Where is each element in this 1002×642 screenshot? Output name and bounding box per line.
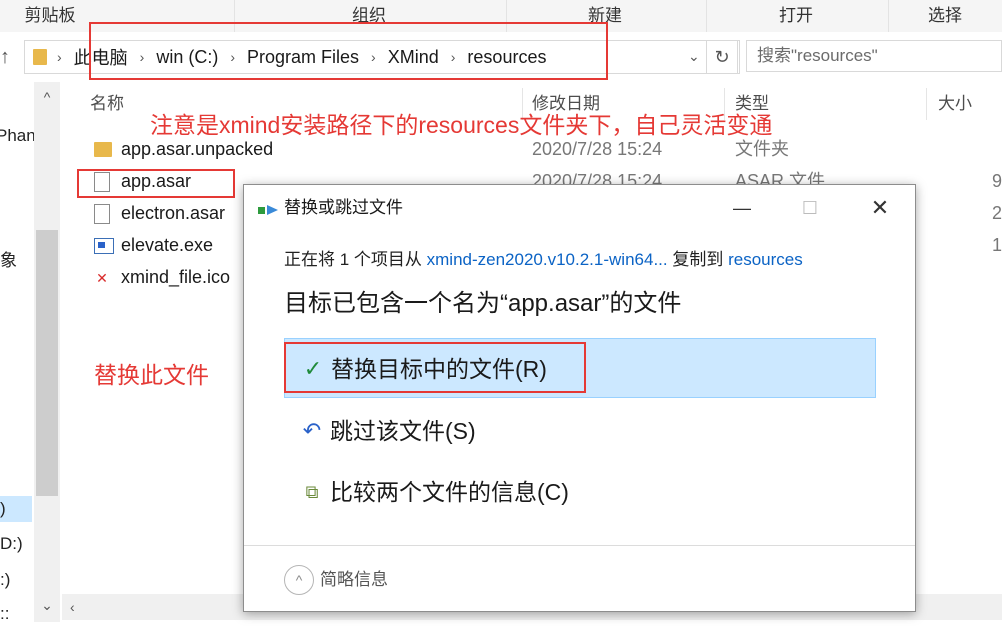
ribbon-group-open[interactable]: 打开 (706, 0, 886, 32)
compare-icon: ⧉ (305, 482, 319, 502)
dialog-heading: 目标已包含一个名为“app.asar”的文件 (284, 290, 682, 317)
nav-item[interactable]: :) (0, 570, 10, 590)
ribbon-group-select[interactable]: 选择 (888, 0, 1002, 32)
folder-icon (33, 49, 47, 65)
minimize-button[interactable]: — (722, 191, 762, 225)
dialog-title: 替换或跳过文件 (284, 198, 403, 217)
ribbon-group-clipboard[interactable]: 剪贴板 (0, 0, 100, 32)
option-label: 跳过该文件(S) (330, 418, 476, 444)
column-header-name[interactable]: 名称 (90, 88, 124, 120)
refresh-icon[interactable]: ↻ (706, 40, 738, 74)
chevron-down-icon[interactable]: ⌄ (40, 598, 54, 612)
chevron-down-icon[interactable]: ⌄ (688, 48, 702, 64)
nav-item-selected[interactable]: ) (0, 496, 32, 522)
file-icon (94, 204, 110, 224)
compare-option[interactable]: ⧉ 比较两个文件的信息(C) (284, 462, 876, 522)
close-button[interactable]: ✕ (860, 191, 900, 225)
file-name: xmind_file.ico (121, 267, 231, 287)
folder-icon (94, 142, 112, 157)
chevron-up-icon[interactable]: ^ (284, 565, 314, 595)
vertical-scrollbar[interactable]: ^ ⌄ (34, 82, 60, 622)
source-link[interactable]: xmind-zen2020.v10.2.1-win64... (427, 250, 668, 269)
replace-skip-dialog: 替换或跳过文件 — ☐ ✕ 正在将 1 个项目从 xmind-zen2020.v… (243, 184, 916, 612)
copy-icon (258, 203, 280, 217)
chevron-right-icon[interactable]: › (57, 49, 62, 65)
nav-item[interactable]: :: (0, 604, 9, 624)
nav-item[interactable]: D:) (0, 534, 23, 554)
chevron-up-icon[interactable]: ^ (40, 90, 54, 104)
file-size: 2 (992, 203, 1002, 223)
undo-icon: ↶ (302, 418, 322, 443)
nav-item[interactable]: 象 (0, 246, 17, 271)
file-name: electron.asar (121, 203, 226, 223)
option-label: 比较两个文件的信息(C) (330, 479, 569, 505)
up-arrow-icon[interactable]: ↑ (0, 40, 18, 74)
annotation-replace-note: 替换此文件 (94, 362, 209, 388)
details-toggle-label[interactable]: 简略信息 (320, 565, 388, 595)
column-header-size[interactable]: 大小 (938, 88, 972, 120)
progress-line: 正在将 1 个项目从 xmind-zen2020.v10.2.1-win64..… (284, 247, 803, 273)
destination-link[interactable]: resources (728, 250, 803, 269)
maximize-button[interactable]: ☐ (790, 191, 830, 225)
progress-middle: 复制到 (672, 250, 724, 269)
file-size: 98,4 (992, 171, 1002, 191)
annotation-box-path (89, 22, 608, 80)
search-input[interactable]: 搜索"resources" (746, 40, 1002, 72)
file-size: 1 (992, 235, 1002, 255)
exe-icon (94, 238, 114, 254)
annotation-path-note: 注意是xmind安装路径下的resources文件夹下，自己灵活变通 (150, 112, 773, 138)
ico-icon: ✕ (96, 270, 108, 286)
chevron-left-icon[interactable]: ‹ (70, 600, 84, 614)
progress-prefix: 正在将 1 个项目从 (284, 250, 422, 269)
scrollbar-thumb[interactable] (36, 230, 58, 496)
annotation-box-replace (284, 342, 586, 393)
nav-item[interactable]: Phan (0, 126, 36, 146)
column-divider[interactable] (926, 88, 927, 120)
file-name: elevate.exe (121, 235, 214, 255)
skip-option[interactable]: ↶ 跳过该文件(S) (284, 401, 876, 461)
annotation-box-file (77, 169, 235, 198)
dialog-divider (244, 545, 915, 546)
